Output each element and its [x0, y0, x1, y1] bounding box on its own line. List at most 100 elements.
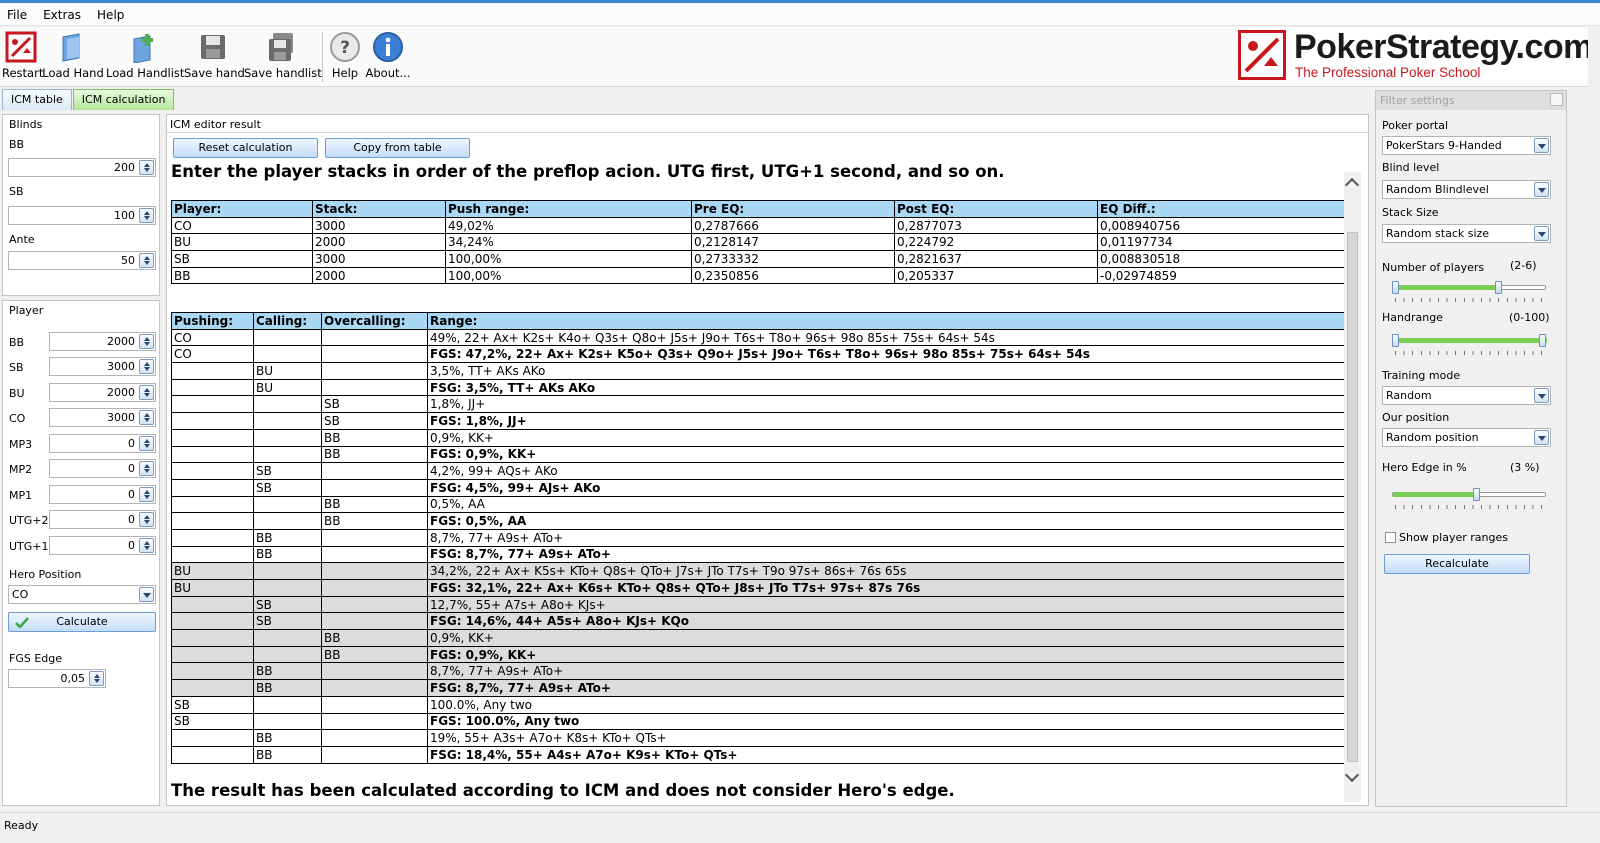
player-stack-co[interactable]: 3000	[49, 408, 156, 427]
save-hand-button[interactable]: Save hand	[184, 31, 245, 87]
player-stack-bu[interactable]: 2000	[49, 383, 156, 402]
spin-arrows-icon[interactable]	[139, 359, 154, 374]
pin-icon[interactable]	[1550, 93, 1563, 106]
scroll-down-icon[interactable]	[1344, 767, 1360, 783]
number-of-players-slider[interactable]	[1392, 285, 1546, 290]
blind-level-select[interactable]: Random Blindlevel	[1382, 180, 1551, 199]
menu-help[interactable]: Help	[90, 8, 133, 22]
player-stack-mp1[interactable]: 0	[49, 485, 156, 504]
range-cell: 0,5%, AA	[427, 495, 1345, 514]
our-position-select[interactable]: Random position	[1382, 428, 1551, 447]
fgs-edge-spinbox[interactable]: 0,05	[8, 669, 106, 688]
spin-arrows-icon[interactable]	[139, 410, 154, 425]
load-hand-button[interactable]: Load Hand	[42, 31, 104, 87]
handrange-slider[interactable]	[1392, 338, 1547, 343]
range-cell: 34,2%, 22+ Ax+ K5s+ KTo+ Q8s+ QTo+ J7s+ …	[427, 562, 1345, 580]
range-cell	[321, 745, 428, 764]
save-handlist-button[interactable]: Save handlist	[244, 31, 322, 87]
training-mode-value: Random	[1386, 389, 1432, 402]
about-button[interactable]: About...	[364, 31, 412, 87]
number-of-players-min-handle[interactable]	[1392, 281, 1399, 294]
range-cell	[253, 562, 322, 580]
result-scrollbar[interactable]	[1344, 172, 1361, 802]
range-cell: BB	[253, 528, 322, 547]
range-cell: CO	[171, 345, 254, 364]
chevron-down-icon[interactable]	[1534, 182, 1549, 197]
scroll-up-icon[interactable]	[1344, 177, 1360, 193]
load-handlist-button[interactable]: Load Handlist	[106, 31, 184, 87]
range-cell: FSG: 14,6%, 44+ A5s+ A8o+ KJs+ KQo	[427, 612, 1345, 631]
menu-file[interactable]: File	[0, 8, 36, 22]
range-cell: BU	[171, 579, 254, 597]
show-player-ranges-checkbox[interactable]	[1385, 532, 1396, 543]
spin-arrows-icon[interactable]	[139, 512, 154, 527]
tab-icm-calculation[interactable]: ICM calculation	[72, 89, 175, 110]
menu-extras[interactable]: Extras	[36, 8, 90, 22]
scrollbar-thumb[interactable]	[1347, 232, 1358, 762]
handrange-min-handle[interactable]	[1392, 334, 1399, 347]
logo-title: PokerStrategy.com	[1294, 28, 1593, 66]
table-row: SB FSG: 14,6%, 44+ A5s+ A8o+ KJs+ KQo	[171, 612, 1345, 631]
player-label-utg1: UTG+1	[9, 540, 49, 553]
eq-header-cell: EQ Diff.:	[1097, 200, 1345, 218]
range-cell: 0,9%, KK+	[427, 428, 1345, 447]
spin-arrows-icon[interactable]	[139, 208, 154, 223]
player-stack-mp3[interactable]: 0	[49, 434, 156, 453]
restart-button[interactable]: Restart	[2, 31, 43, 87]
recalculate-button[interactable]: Recalculate	[1384, 554, 1530, 574]
chevron-down-icon[interactable]	[1534, 430, 1549, 445]
range-cell: FSG: 3,5%, TT+ AKs AKo	[427, 378, 1345, 397]
spin-arrows-icon[interactable]	[139, 461, 154, 476]
range-cell	[253, 445, 322, 464]
player-stack-sb[interactable]: 3000	[49, 357, 156, 376]
hero-edge-slider[interactable]	[1392, 492, 1546, 497]
spin-arrows-icon[interactable]	[139, 538, 154, 553]
slider-ticks	[1395, 505, 1545, 509]
stack-size-select[interactable]: Random stack size	[1382, 224, 1551, 243]
number-of-players-slider-fill	[1393, 285, 1501, 290]
poker-portal-select[interactable]: PokerStars 9-Handed	[1382, 136, 1551, 155]
sb-blind-spinbox[interactable]: 100	[8, 206, 156, 225]
player-stack-mp2[interactable]: 0	[49, 459, 156, 478]
range-cell	[321, 729, 428, 747]
bb-blind-spinbox[interactable]: 200	[8, 158, 156, 177]
player-stack-utg1[interactable]: 0	[49, 536, 156, 555]
range-cell: 8,7%, 77+ A9s+ ATo+	[427, 662, 1345, 681]
training-mode-select[interactable]: Random	[1382, 386, 1551, 405]
spin-arrows-icon[interactable]	[139, 436, 154, 451]
help-button[interactable]: ? Help	[328, 31, 362, 87]
hero-edge-handle[interactable]	[1472, 488, 1480, 501]
range-cell: BB	[321, 445, 428, 464]
chevron-down-icon[interactable]	[1534, 138, 1549, 153]
spin-arrows-icon[interactable]	[139, 487, 154, 502]
reset-calculation-label: Reset calculation	[198, 141, 293, 154]
copy-from-table-button[interactable]: Copy from table	[325, 138, 470, 158]
eq-cell: 0,205337	[894, 266, 1098, 285]
hero-position-select[interactable]: CO	[8, 585, 156, 604]
range-header-cell: Pushing:	[171, 312, 254, 330]
info-icon	[373, 32, 403, 62]
spin-arrows-icon[interactable]	[139, 385, 154, 400]
chevron-down-icon[interactable]	[1534, 388, 1549, 403]
reset-calculation-button[interactable]: Reset calculation	[173, 138, 318, 158]
player-stack-utg2[interactable]: 0	[49, 510, 156, 529]
ante-spinbox[interactable]: 50	[8, 251, 156, 270]
tab-icm-table[interactable]: ICM table	[2, 89, 72, 110]
handrange-max-handle[interactable]	[1539, 334, 1546, 347]
chevron-down-icon[interactable]	[139, 587, 154, 602]
table-row: CO FGS: 47,2%, 22+ Ax+ K2s+ K5o+ Q3s+ Q9o…	[171, 345, 1345, 364]
chevron-down-icon[interactable]	[1534, 226, 1549, 241]
spin-arrows-icon[interactable]	[139, 334, 154, 349]
spin-arrows-icon[interactable]	[139, 253, 154, 268]
calculate-button[interactable]: Calculate	[8, 612, 156, 632]
player-stack-value: 2000	[107, 335, 135, 348]
spin-arrows-icon[interactable]	[89, 671, 104, 686]
player-stack-bb[interactable]: 2000	[49, 332, 156, 351]
range-cell	[171, 612, 254, 631]
filter-settings-header: Filter settings	[1376, 91, 1566, 110]
spin-arrows-icon[interactable]	[139, 160, 154, 175]
player-panel: Player BB 2000 SB 3000 BU 2000 CO 3000 M…	[2, 300, 160, 806]
table-row: SB 100.0%, Any two	[171, 695, 1345, 714]
instruction-text: Enter the player stacks in order of the …	[171, 162, 1005, 181]
number-of-players-max-handle[interactable]	[1494, 281, 1502, 294]
